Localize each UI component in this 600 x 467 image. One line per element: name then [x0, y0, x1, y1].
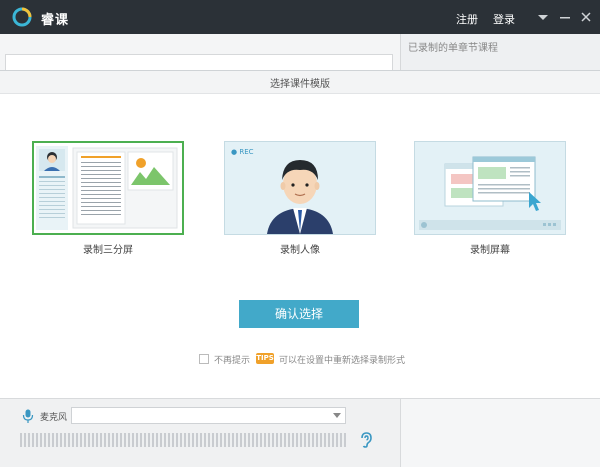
screen-illustration: [415, 142, 565, 234]
bottom-right-panel: [400, 399, 600, 467]
template-three-split-label: 录制三分屏: [83, 245, 133, 256]
microphone-label: 麦克风: [40, 413, 68, 423]
dialog-title: 选择课件模版: [270, 79, 330, 90]
minimize-icon[interactable]: [557, 10, 573, 24]
app-logo-icon: [12, 7, 32, 27]
dialog-header: 选择课件模版: [0, 71, 600, 94]
microphone-select[interactable]: [71, 407, 346, 424]
ear-listen-icon[interactable]: [359, 432, 373, 448]
template-screen-label: 录制屏幕: [470, 245, 510, 256]
template-screen[interactable]: [414, 141, 566, 235]
course-list-box: [5, 54, 393, 70]
rec-indicator: ● REC: [231, 148, 254, 156]
close-icon[interactable]: [578, 10, 594, 24]
register-link[interactable]: 注册: [456, 11, 478, 27]
bottom-panel: 麦克风: [0, 398, 600, 467]
chevron-down-icon: [333, 413, 341, 418]
recorded-courses-title: 已录制的单章节课程: [408, 43, 498, 54]
tips-badge: TIPS: [256, 353, 274, 364]
dont-remind-label: 不再提示: [214, 356, 251, 366]
three-split-illustration: [34, 143, 182, 233]
dropdown-menu-icon[interactable]: [535, 10, 551, 24]
template-portrait[interactable]: ● REC: [224, 141, 376, 235]
confirm-selection-button[interactable]: 确认选择: [239, 300, 359, 328]
app-name: 睿课: [41, 13, 70, 28]
title-bar: 睿课 注册 登录: [0, 0, 600, 34]
portrait-illustration: ● REC: [225, 142, 375, 234]
tips-text: 可以在设置中重新选择录制形式: [279, 356, 406, 366]
template-chooser-dialog: 选择课件模版 录制三分屏 ● REC 录制人像 录制屏幕 确认选择 不再提示 T…: [0, 70, 600, 398]
login-link[interactable]: 登录: [493, 11, 515, 27]
recorded-courses-panel: 已录制的单章节课程: [400, 34, 600, 70]
volume-meter: [20, 433, 346, 447]
template-three-split[interactable]: [32, 141, 184, 235]
dont-remind-checkbox[interactable]: [199, 354, 209, 364]
template-portrait-label: 录制人像: [280, 245, 320, 256]
microphone-icon: [22, 409, 34, 423]
